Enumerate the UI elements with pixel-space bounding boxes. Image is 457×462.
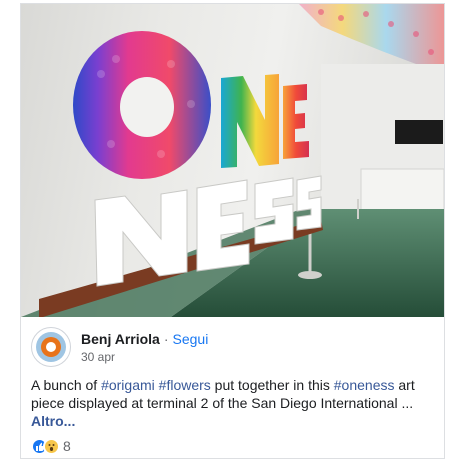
text-segment: A bunch of xyxy=(31,377,102,393)
photo-illustration xyxy=(21,4,444,317)
post-photo[interactable] xyxy=(21,4,444,317)
post-card: Benj Arriola · Segui 30 apr A bunch of #or… xyxy=(20,3,445,459)
separator-dot: · xyxy=(163,331,169,347)
avatar-core xyxy=(46,342,56,352)
post-header: Benj Arriola · Segui 30 apr xyxy=(31,327,436,369)
hashtag-flowers[interactable]: #flowers xyxy=(159,377,211,393)
see-more-link[interactable]: Altro... xyxy=(31,413,75,429)
post-date[interactable]: 30 apr xyxy=(81,350,115,364)
hashtag-oneness[interactable]: #oneness xyxy=(334,377,395,393)
reaction-count: 8 xyxy=(63,438,71,454)
hashtag-origami[interactable]: #origami xyxy=(101,377,155,393)
reactions-bar[interactable]: 8 xyxy=(31,436,71,456)
avatar[interactable] xyxy=(31,327,71,367)
author-line: Benj Arriola · Segui xyxy=(81,331,208,347)
author-name[interactable]: Benj Arriola xyxy=(81,331,160,347)
wow-icon xyxy=(43,437,60,455)
follow-button[interactable]: Segui xyxy=(173,331,209,347)
text-segment: put together in this xyxy=(210,377,334,393)
post-text: A bunch of #origami #flowers put togethe… xyxy=(31,376,436,430)
